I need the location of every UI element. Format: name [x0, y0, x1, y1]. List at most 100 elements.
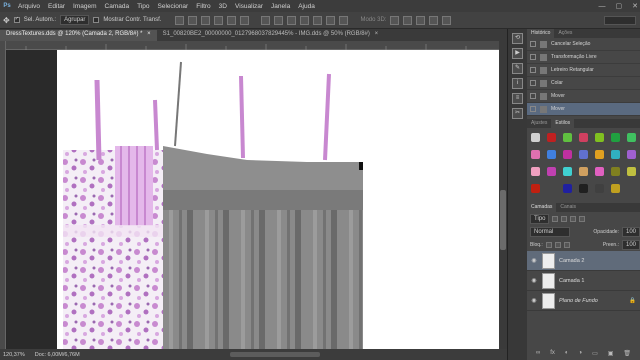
- style-swatch[interactable]: [611, 150, 620, 159]
- align-center-icon[interactable]: [227, 15, 237, 25]
- pan-3d-icon[interactable]: [416, 15, 426, 25]
- history-item[interactable]: Mover: [527, 90, 640, 103]
- show-transform-checkbox[interactable]: [93, 17, 100, 23]
- lock-pixels-icon[interactable]: [545, 241, 552, 248]
- filter-shape-icon[interactable]: [579, 215, 586, 222]
- distribute-right-icon[interactable]: [326, 15, 336, 25]
- layer-row-camada-2[interactable]: ◉ Camada 2: [527, 251, 640, 271]
- align-top-icon[interactable]: [175, 15, 185, 25]
- history-item-selected[interactable]: Mover: [527, 103, 640, 116]
- add-mask-icon[interactable]: ◐: [565, 350, 569, 356]
- opacity-input[interactable]: 100: [621, 226, 640, 237]
- history-item[interactable]: Letreiro Retangular: [527, 64, 640, 77]
- menu-editar[interactable]: Editar: [44, 3, 69, 10]
- style-swatch[interactable]: [547, 167, 556, 176]
- dress-texture-canvas[interactable]: [7, 50, 499, 349]
- delete-layer-icon[interactable]: 🗑: [623, 350, 631, 357]
- filter-pixel-icon[interactable]: [552, 215, 559, 222]
- style-swatch[interactable]: [595, 133, 604, 142]
- menu-ajuda[interactable]: Ajuda: [294, 3, 319, 10]
- close-tab-icon[interactable]: ×: [147, 31, 151, 37]
- menu-imagem[interactable]: Imagem: [69, 3, 100, 10]
- align-left-icon[interactable]: [214, 15, 224, 25]
- style-swatch[interactable]: [531, 167, 540, 176]
- menu-filtro[interactable]: Filtro: [192, 3, 214, 10]
- new-group-icon[interactable]: ▭: [592, 350, 598, 357]
- tab-ajustes[interactable]: Ajustes: [527, 119, 551, 128]
- layer-filter-dropdown[interactable]: Tipo: [530, 213, 550, 224]
- auto-align-icon[interactable]: [339, 15, 349, 25]
- style-swatch[interactable]: [627, 167, 636, 176]
- maximize-button[interactable]: ▢: [616, 2, 623, 10]
- move-tool-icon[interactable]: ✥: [3, 16, 10, 25]
- auto-select-checkbox[interactable]: [13, 17, 20, 23]
- history-item[interactable]: Transformação Livre: [527, 51, 640, 64]
- tab-img-dds[interactable]: S1_00820BE2_00000000_0127968037829445% -…: [157, 30, 384, 41]
- close-window-button[interactable]: ✕: [632, 2, 638, 10]
- align-bottom-icon[interactable]: [201, 15, 211, 25]
- zoom-readout[interactable]: 120,37%: [3, 352, 25, 358]
- roll-3d-icon[interactable]: [403, 15, 413, 25]
- info-panel-icon[interactable]: i: [512, 78, 523, 89]
- menu-selecionar[interactable]: Selecionar: [154, 3, 193, 10]
- style-swatch[interactable]: [611, 184, 620, 193]
- horizontal-scroll-thumb[interactable]: [230, 352, 320, 357]
- style-swatch[interactable]: [547, 133, 556, 142]
- menu-tipo[interactable]: Tipo: [133, 3, 153, 10]
- canvas-area[interactable]: [7, 50, 499, 349]
- filter-type-icon[interactable]: [570, 215, 577, 222]
- visibility-eye-icon[interactable]: ◉: [530, 257, 538, 264]
- lock-position-icon[interactable]: [554, 241, 561, 248]
- slide-3d-icon[interactable]: [429, 15, 439, 25]
- history-item[interactable]: Colar: [527, 77, 640, 90]
- menu-janela[interactable]: Janela: [267, 3, 294, 10]
- style-swatch[interactable]: [627, 150, 636, 159]
- distribute-bottom-icon[interactable]: [287, 15, 297, 25]
- minimize-button[interactable]: —: [599, 3, 606, 10]
- menu-3d[interactable]: 3D: [215, 3, 231, 10]
- adjustment-layer-icon[interactable]: ◑: [578, 350, 582, 356]
- properties-panel-icon[interactable]: ≡: [512, 93, 523, 104]
- workspace-dropdown[interactable]: [604, 15, 636, 25]
- tab-canais[interactable]: Canais: [556, 203, 580, 212]
- distribute-center-icon[interactable]: [313, 15, 323, 25]
- menu-camada[interactable]: Camada: [101, 3, 134, 10]
- style-swatch[interactable]: [563, 184, 572, 193]
- style-swatch[interactable]: [595, 184, 604, 193]
- menu-arquivo[interactable]: Arquivo: [14, 3, 44, 10]
- distribute-top-icon[interactable]: [261, 15, 271, 25]
- align-middle-icon[interactable]: [188, 15, 198, 25]
- tools-panel-icon[interactable]: ✂: [512, 108, 523, 119]
- style-swatch[interactable]: [531, 150, 540, 159]
- layer-row-background[interactable]: ◉ Plano de Fundo 🔒: [527, 291, 640, 311]
- visibility-eye-icon[interactable]: ◉: [530, 297, 538, 304]
- brush-panel-icon[interactable]: ✎: [512, 63, 523, 74]
- distribute-middle-icon[interactable]: [274, 15, 284, 25]
- style-swatch[interactable]: [595, 167, 604, 176]
- style-swatch[interactable]: [595, 150, 604, 159]
- blend-mode-dropdown[interactable]: Normal: [530, 226, 570, 237]
- style-swatch[interactable]: [531, 184, 540, 193]
- scale-3d-icon[interactable]: [442, 15, 452, 25]
- group-dropdown[interactable]: Agrupar: [60, 15, 90, 25]
- menu-visualizar[interactable]: Visualizar: [231, 3, 267, 10]
- history-panel-icon[interactable]: ⟲: [512, 33, 523, 44]
- style-swatch[interactable]: [611, 167, 620, 176]
- orbit-3d-icon[interactable]: [390, 15, 400, 25]
- filter-adjust-icon[interactable]: [561, 215, 568, 222]
- layer-style-icon[interactable]: fx: [550, 350, 555, 356]
- fill-input[interactable]: 100: [621, 239, 640, 250]
- distribute-left-icon[interactable]: [300, 15, 310, 25]
- style-swatch[interactable]: [563, 133, 572, 142]
- tab-historico[interactable]: Histórico: [527, 29, 555, 38]
- history-item[interactable]: Cancelar Seleção: [527, 38, 640, 51]
- close-tab-icon[interactable]: ×: [375, 31, 379, 37]
- lock-all-icon[interactable]: [563, 241, 570, 248]
- visibility-eye-icon[interactable]: ◉: [530, 277, 538, 284]
- style-swatch[interactable]: [579, 184, 588, 193]
- style-swatch[interactable]: [627, 133, 636, 142]
- style-swatch[interactable]: [611, 133, 620, 142]
- align-right-icon[interactable]: [240, 15, 250, 25]
- tab-estilos[interactable]: Estilos: [551, 119, 575, 128]
- style-swatch[interactable]: [531, 133, 540, 142]
